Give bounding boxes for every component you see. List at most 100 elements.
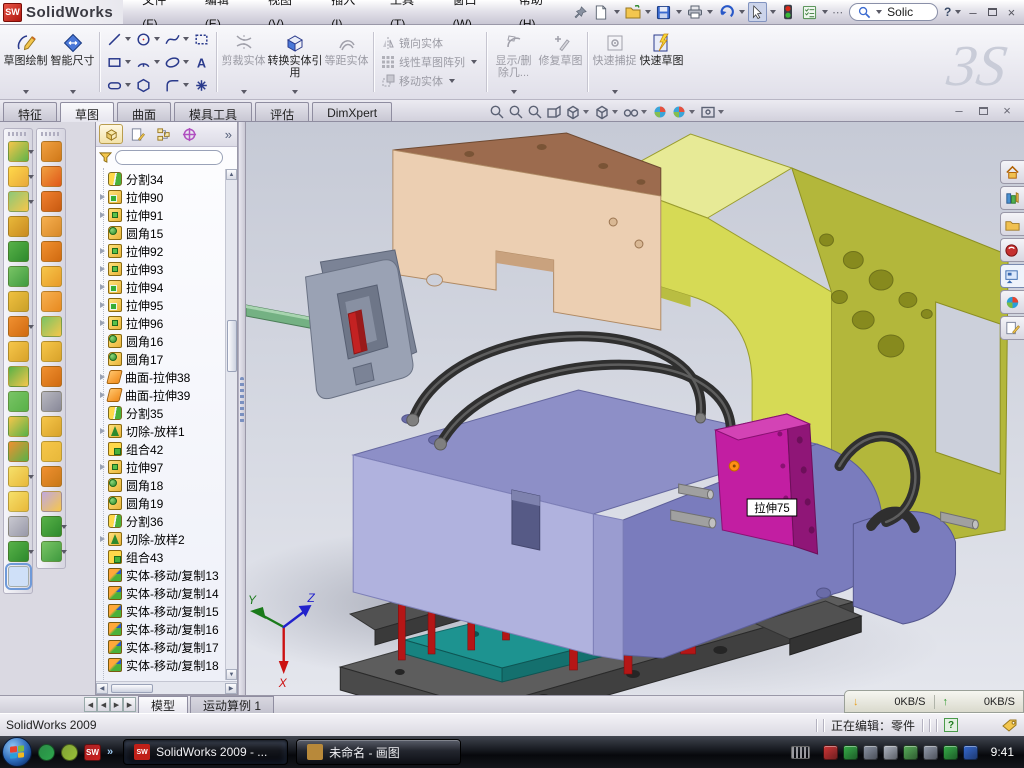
expand-arrow[interactable] [98, 536, 107, 542]
task-pane-drawings[interactable] [1000, 238, 1024, 262]
linear-pattern-caret[interactable] [471, 60, 477, 64]
expand-arrow[interactable] [98, 428, 107, 434]
tree-item[interactable]: 拉伸91 [98, 206, 225, 224]
scroll-up-arrow[interactable]: ▲ [226, 169, 237, 180]
headsup-sphere-icon-7[interactable] [651, 103, 669, 121]
search-box[interactable]: Solic [849, 3, 938, 21]
tree-item[interactable]: 曲面-拉伸38 [98, 368, 225, 386]
tree-item[interactable]: 分割36 [98, 512, 225, 530]
feature-tool-icon-col1-8[interactable] [8, 341, 29, 362]
doc-minimize-button[interactable]: – [950, 103, 968, 118]
tree-item[interactable]: 实体-移动/复制18 [98, 656, 225, 674]
sketch-tool-circle[interactable] [134, 28, 163, 51]
feature-tool-icon-col1-2[interactable] [8, 191, 29, 212]
toolbar-grip[interactable] [8, 132, 28, 136]
feature-tool-icon-col1-17[interactable] [8, 566, 29, 587]
quick-snaps-button[interactable]: 快速捕捉 [591, 27, 638, 97]
tray-icon-6[interactable] [943, 745, 958, 760]
expand-arrow[interactable] [98, 248, 107, 254]
feature-tool-icon-col2-8[interactable] [41, 341, 62, 362]
display-delete-relations-button[interactable]: 显示/删除几... [490, 27, 537, 97]
save-icon[interactable] [654, 2, 673, 22]
task-pane-design-library[interactable] [1000, 186, 1024, 210]
expand-arrow[interactable] [98, 464, 107, 470]
move-entities-caret[interactable] [449, 79, 455, 83]
filter-funnel-icon[interactable] [99, 151, 112, 164]
tab-模具工具[interactable]: 模具工具 [174, 102, 252, 121]
tab-scroll-left-button[interactable]: ◀ [97, 697, 110, 712]
feature-tool-icon-col2-1[interactable] [41, 166, 62, 187]
tray-icon-5[interactable] [923, 745, 938, 760]
feature-tool-icon-col2-6[interactable] [41, 291, 62, 312]
tree-item[interactable]: 实体-移动/复制14 [98, 584, 225, 602]
feature-tool-icon-col1-3[interactable] [8, 216, 29, 237]
feature-tool-icon-col2-3[interactable] [41, 216, 62, 237]
tabs-overflow-button[interactable]: » [225, 127, 234, 142]
move-entities-button[interactable]: 移动实体 [381, 73, 479, 89]
panel-splitter[interactable] [238, 122, 246, 695]
tree-item[interactable]: 实体-移动/复制17 [98, 638, 225, 656]
tab-featuremanager[interactable] [99, 124, 123, 144]
convert-entities-button[interactable]: 转换实体引用 [267, 27, 323, 97]
expand-arrow[interactable] [98, 374, 107, 380]
print-icon[interactable] [685, 2, 704, 22]
feature-tool-icon-col1-13[interactable] [8, 466, 29, 487]
scroll-thumb[interactable] [111, 684, 153, 693]
feature-tool-icon-col1-0[interactable] [8, 141, 29, 162]
sketch-tool-line[interactable] [105, 28, 134, 51]
sketch-tool-rect[interactable] [105, 51, 134, 74]
feature-tool-icon-col1-1[interactable] [8, 166, 29, 187]
help-icon[interactable]: ? [944, 5, 951, 19]
tree-item[interactable]: 分割35 [98, 404, 225, 422]
select-tool-icon[interactable] [748, 2, 767, 22]
trim-caret[interactable] [241, 90, 247, 94]
sketch-tool-fillet[interactable] [163, 74, 192, 97]
headsup-glasses-icon-6[interactable] [622, 103, 650, 121]
sketch-dropdown-caret[interactable] [23, 90, 29, 94]
tree-item[interactable]: 切除-放样2 [98, 530, 225, 548]
feature-tool-icon-col2-10[interactable] [41, 391, 62, 412]
taskbar-button-0[interactable]: SWSolidWorks 2009 - ... [123, 739, 288, 765]
start-button[interactable] [2, 737, 32, 767]
headsup-cube-icon-4[interactable] [564, 103, 592, 121]
rapid-sketch-button[interactable]: 快速草图 [638, 27, 685, 97]
expand-arrow[interactable] [98, 266, 107, 272]
tree-item[interactable]: 拉伸90 [98, 188, 225, 206]
smart-dimension-caret[interactable] [70, 90, 76, 94]
tree-item[interactable]: 圆角18 [98, 476, 225, 494]
tray-icon-7[interactable] [963, 745, 978, 760]
tree-item[interactable]: 圆角15 [98, 224, 225, 242]
headsup-magnifier-icon-1[interactable] [507, 103, 525, 121]
feature-tool-icon-col2-16[interactable] [41, 541, 62, 562]
taskbar-clock[interactable]: 9:41 [991, 745, 1014, 759]
restore-button[interactable] [983, 4, 1002, 21]
search-scope-caret[interactable] [876, 10, 882, 14]
feature-tool-icon-col1-12[interactable] [8, 441, 29, 462]
tray-icon-2[interactable] [863, 745, 878, 760]
feature-tool-icon-col1-14[interactable] [8, 491, 29, 512]
repair-sketch-button[interactable]: 修复草图 [537, 27, 584, 97]
feature-tool-icon-col1-6[interactable] [8, 291, 29, 312]
select-dropdown-caret[interactable] [770, 10, 776, 14]
feature-tool-icon-col2-13[interactable] [41, 466, 62, 487]
quick-snaps-caret[interactable] [612, 90, 618, 94]
feature-tool-icon-col2-4[interactable] [41, 241, 62, 262]
feature-tool-icon-col2-11[interactable] [41, 416, 62, 437]
sketch-tool-polygon[interactable] [134, 74, 163, 97]
doc-tab-模型[interactable]: 模型 [138, 696, 188, 713]
expand-arrow[interactable] [98, 194, 107, 200]
print-dropdown-caret[interactable] [707, 10, 713, 14]
open-folder-icon[interactable] [623, 2, 642, 22]
headsup-sphere-icon-8[interactable] [670, 103, 698, 121]
doc-restore-button[interactable] [974, 103, 992, 118]
tree-item[interactable]: 拉伸92 [98, 242, 225, 260]
quick-launch-icon-1[interactable] [61, 744, 78, 761]
tree-item[interactable]: 拉伸95 [98, 296, 225, 314]
tree-item[interactable]: 圆角17 [98, 350, 225, 368]
feature-tool-icon-col2-5[interactable] [41, 266, 62, 287]
scroll-thumb[interactable] [227, 320, 237, 372]
tree-horizontal-scrollbar[interactable]: ◀ ▶ [96, 681, 237, 694]
new-dropdown-caret[interactable] [614, 10, 620, 14]
linear-pattern-button[interactable]: 线性草图阵列 [381, 54, 479, 70]
open-dropdown-caret[interactable] [645, 10, 651, 14]
